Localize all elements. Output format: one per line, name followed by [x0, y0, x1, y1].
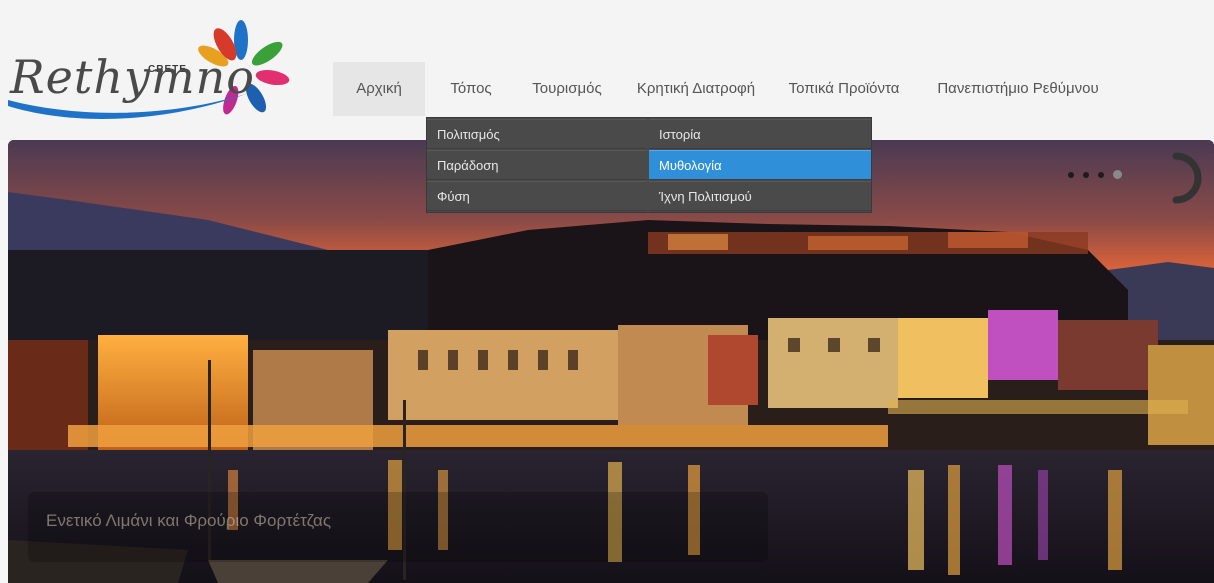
submenu-item-cultural-traces[interactable]: Ίχνη Πολιτισμού [649, 181, 871, 211]
nav-item-university[interactable]: Πανεπιστήμιο Ρεθύμνου [913, 62, 1123, 116]
pager-dot-3[interactable] [1098, 171, 1104, 178]
nav-item-place[interactable]: Τόπος [425, 62, 517, 116]
place-submenu: Πολιτισμός Ιστορία Παράδοση Μυθολογία Φύ… [426, 117, 872, 213]
pager-dot-2[interactable] [1083, 171, 1089, 178]
nav-item-home[interactable]: Αρχική [333, 62, 425, 116]
pager-dot-4[interactable] [1113, 170, 1122, 179]
slider-pager [1068, 170, 1122, 179]
submenu-item-culture[interactable]: Πολιτισμός [427, 119, 647, 149]
circle-loader-icon [1172, 152, 1202, 204]
pager-dot-1[interactable] [1068, 171, 1074, 178]
nav-item-tourism[interactable]: Τουρισμός [517, 62, 617, 116]
logo-swoosh-icon [8, 94, 246, 119]
main-navigation: Αρχική Τόπος Τουρισμός Κρητική Διατροφή … [333, 62, 1123, 116]
submenu-item-history[interactable]: Ιστορία [649, 119, 871, 149]
nav-item-local-products[interactable]: Τοπικά Προϊόντα [775, 62, 913, 116]
submenu-item-nature[interactable]: Φύση [427, 181, 647, 211]
site-logo[interactable]: CRETE Rethymno [6, 10, 296, 130]
submenu-item-mythology[interactable]: Μυθολογία [649, 150, 871, 180]
submenu-item-tradition[interactable]: Παράδοση [427, 150, 647, 180]
slide-caption: Ενετικό Λιμάνι και Φρούριο Φορτέτζας [46, 511, 332, 530]
nav-item-cretan-diet[interactable]: Κρητική Διατροφή [617, 62, 775, 116]
